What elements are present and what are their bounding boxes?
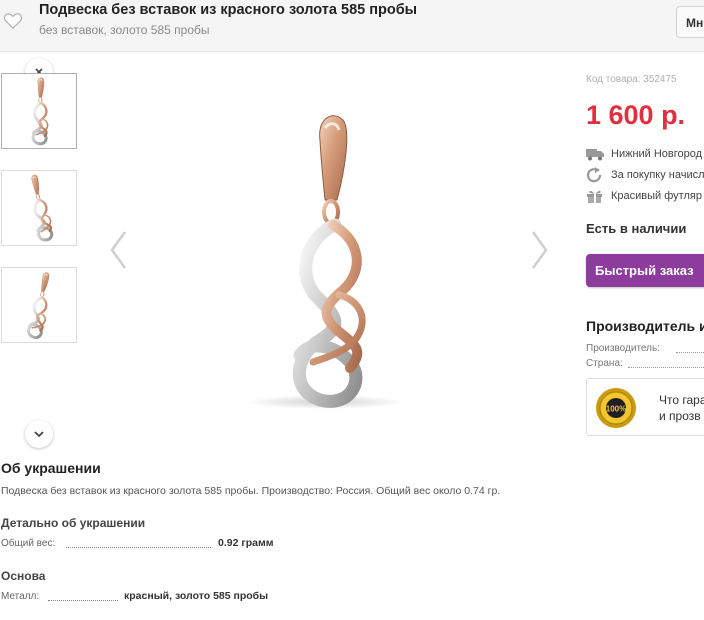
product-price: 1 600 р. <box>586 100 686 130</box>
product-sku: Код товара: 352475 <box>586 74 677 85</box>
refresh-icon <box>586 167 602 183</box>
manufacturer-section-title: Производитель и <box>586 318 704 334</box>
bonus-text: За покупку начисл <box>611 169 704 181</box>
thumbnail-2[interactable] <box>1 170 77 246</box>
guarantee-line-2: и прозв <box>659 409 701 423</box>
product-main-image <box>245 100 405 409</box>
seal-text: 100% <box>606 405 626 414</box>
pendant-side-thumbnail-image <box>24 172 56 243</box>
favorite-heart-icon[interactable] <box>4 12 22 30</box>
header-more-button[interactable]: Мн <box>676 6 704 38</box>
thumbnails-down-button[interactable] <box>25 420 53 448</box>
base-title: Основа <box>1 569 46 583</box>
previous-image-chevron-icon[interactable] <box>108 230 128 270</box>
guarantee-banner[interactable]: 100% Что гара и прозв <box>586 378 704 436</box>
product-subtitle: без вставок, золото 585 пробы <box>39 23 210 37</box>
manufacturer-row: Производитель: <box>586 343 704 354</box>
quick-order-button[interactable]: Быстрый заказ <box>586 254 704 287</box>
stock-status: Есть в наличии <box>586 221 687 236</box>
metal-value: красный, золото 585 пробы <box>124 590 269 602</box>
about-description: Подвеска без вставок из красного золота … <box>1 485 501 497</box>
manufacturer-dots <box>676 352 704 353</box>
guarantee-seal-icon: 100% <box>596 388 636 428</box>
pendant-angle-thumbnail-image <box>25 269 55 341</box>
details-title: Детально об украшении <box>1 516 146 530</box>
truck-icon <box>586 149 604 161</box>
metal-dots <box>48 600 118 601</box>
product-title: Подвеска без вставок из красного золота … <box>39 2 418 18</box>
weight-value: 0.92 грамм <box>218 537 274 549</box>
gift-case-text: Красивый футляр <box>611 190 702 202</box>
next-image-chevron-icon[interactable] <box>530 230 550 270</box>
country-label: Страна: <box>586 358 623 369</box>
gift-icon <box>587 190 602 203</box>
metal-label: Металл: <box>1 591 40 602</box>
country-dots <box>628 367 704 368</box>
pendant-thumbnail-image <box>31 76 50 146</box>
guarantee-line-1: Что гара <box>659 393 704 407</box>
manufacturer-label: Производитель: <box>586 343 660 354</box>
weight-dots <box>66 547 211 548</box>
about-title: Об украшении <box>1 460 101 476</box>
thumbnail-3[interactable] <box>1 267 77 343</box>
product-header: Подвеска без вставок из красного золота … <box>0 0 704 52</box>
chevron-down-icon <box>34 431 44 438</box>
weight-label: Общий вес: <box>1 538 56 549</box>
guarantee-text: Что гара и прозв <box>659 392 704 424</box>
country-row: Страна: <box>586 358 704 369</box>
delivery-text: Нижний Новгород <box>611 148 703 160</box>
thumbnail-1[interactable] <box>1 73 77 149</box>
